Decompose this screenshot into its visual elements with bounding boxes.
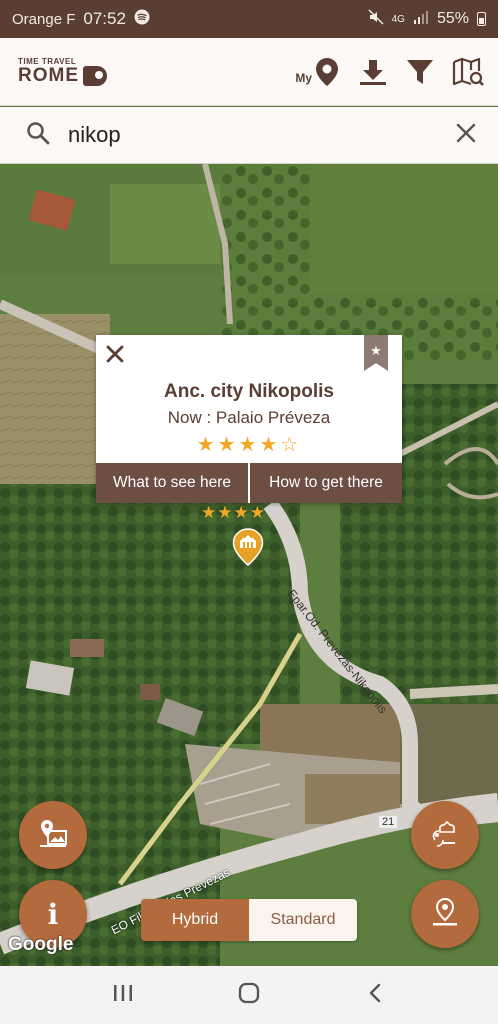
my-location-button[interactable]: My <box>295 57 340 87</box>
search-icon <box>26 121 50 150</box>
download-icon <box>358 58 388 86</box>
logo-bottom-text: ROME <box>18 65 79 86</box>
search-input[interactable] <box>68 122 456 148</box>
network-type: 4G <box>391 13 405 25</box>
mute-icon <box>368 8 384 30</box>
filter-button[interactable] <box>406 58 434 86</box>
system-nav-bar <box>0 966 498 1024</box>
site-rating-stars: ★★★★ <box>201 503 266 522</box>
rating-stars: ★★★★☆ <box>196 434 302 456</box>
center-location-button[interactable] <box>411 880 479 948</box>
clock: 07:52 <box>83 9 126 28</box>
nearby-sites-button[interactable] <box>411 801 479 869</box>
battery-percent: 55% <box>436 10 469 27</box>
places-gallery-button[interactable] <box>19 801 87 869</box>
download-button[interactable] <box>358 58 388 86</box>
map-photo-icon <box>38 818 68 853</box>
map-type-toggle: Hybrid Standard <box>141 899 357 941</box>
map-search-icon <box>452 57 484 87</box>
my-label: My <box>295 70 312 85</box>
close-popup-icon[interactable] <box>104 343 126 365</box>
site-marker-icon[interactable] <box>232 528 264 566</box>
map-pin-icon <box>314 57 340 87</box>
back-icon <box>368 983 382 1008</box>
app-logo[interactable]: TIME TRAVEL ROME <box>18 57 107 86</box>
recent-apps-button[interactable] <box>93 975 153 1015</box>
clear-search-icon[interactable] <box>456 123 476 148</box>
signal-icon <box>413 10 429 29</box>
place-info-popup: ★ Anc. city Nikopolis Now : Palaio Préve… <box>96 335 402 503</box>
google-attribution: Google <box>8 934 74 955</box>
carrier-label: Orange F <box>12 10 76 28</box>
location-pin-icon <box>431 897 459 932</box>
home-icon <box>238 982 260 1009</box>
app-header: TIME TRAVEL ROME My <box>0 38 498 106</box>
ruins-pin-icon <box>430 818 460 853</box>
search-bar <box>0 107 498 164</box>
spotify-icon <box>134 9 150 29</box>
info-icon: i <box>47 897 59 931</box>
place-title: Anc. city Nikopolis <box>164 381 334 402</box>
battery-icon <box>477 12 486 26</box>
place-now-name: Now : Palaio Préveza <box>167 408 331 427</box>
recent-apps-icon <box>112 984 134 1007</box>
filter-icon <box>406 58 434 86</box>
home-button[interactable] <box>219 975 279 1015</box>
bookmark-icon[interactable]: ★ <box>364 335 388 371</box>
map-search-button[interactable] <box>452 57 484 87</box>
popup-actions: What to see here How to get there <box>96 463 402 503</box>
back-button[interactable] <box>345 975 405 1015</box>
road-number-label: 21 <box>379 816 398 828</box>
what-to-see-button[interactable]: What to see here <box>96 463 248 503</box>
logo-mark-icon <box>83 65 107 86</box>
map-type-standard[interactable]: Standard <box>249 899 357 941</box>
how-to-get-there-button[interactable]: How to get there <box>250 463 402 503</box>
map-type-hybrid[interactable]: Hybrid <box>141 899 249 941</box>
status-bar: Orange F 07:52 4G 55% <box>0 0 498 38</box>
